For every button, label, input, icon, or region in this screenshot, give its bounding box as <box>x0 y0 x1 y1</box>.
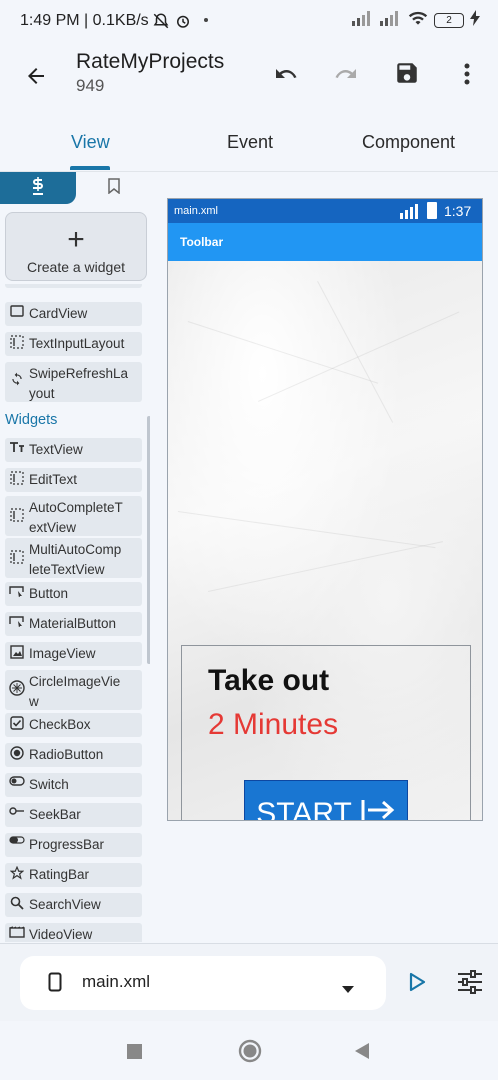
palette-item-videoview[interactable]: VideoView <box>5 923 142 942</box>
preview-start-button[interactable]: START <box>244 780 408 820</box>
status-bar: 1:49 PM | 0.1KB/s 2 <box>0 0 498 44</box>
home-icon[interactable] <box>236 1037 264 1065</box>
palette-item-autocompletetextview[interactable]: AutoCompleteT extView <box>5 496 142 536</box>
palette-item-radiobutton[interactable]: RadioButton <box>5 743 142 767</box>
more-options-icon[interactable] <box>452 58 482 90</box>
preview-signal-icon <box>400 203 422 222</box>
edittext-icon <box>5 468 29 485</box>
app-title: RateMyProjects <box>76 50 225 73</box>
status-time: 1:49 PM | 0.1KB/s <box>20 12 149 29</box>
preview-battery-icon <box>427 202 437 219</box>
palette-item-swiperefreshlayout[interactable]: SwipeRefreshLa yout <box>5 362 142 402</box>
videoview-icon <box>5 923 29 938</box>
palette-scrollbar[interactable] <box>147 416 150 664</box>
widgets-section-header: Widgets <box>5 412 58 428</box>
signal-icon-2 <box>380 10 402 31</box>
tab-event[interactable]: Event <box>227 132 273 153</box>
app-bar: RateMyProjects 949 <box>0 44 498 108</box>
tab-component[interactable]: Component <box>362 132 455 153</box>
charging-icon <box>470 10 480 31</box>
palette-item-partial[interactable]: al <box>5 284 142 288</box>
palette-bookmark-tab[interactable] <box>90 172 138 204</box>
preview-file-label: main.xml <box>174 205 219 217</box>
palette-tabs <box>0 172 150 204</box>
app-subtitle: 949 <box>76 76 105 95</box>
palette-item-imageview[interactable]: ImageView <box>5 642 142 666</box>
preview-time: 1:37 <box>444 203 472 219</box>
preview-heading: Take out <box>208 664 330 697</box>
palette-item-textview[interactable]: TextView <box>5 438 142 462</box>
circleimageview-icon <box>5 670 29 696</box>
back-nav-icon[interactable] <box>350 1039 374 1063</box>
back-arrow-icon[interactable] <box>20 60 52 92</box>
tab-indicator <box>70 166 110 170</box>
cardview-icon <box>5 302 29 317</box>
radiobutton-icon <box>5 743 29 760</box>
wifi-icon <box>408 10 428 31</box>
palette-item-checkbox[interactable]: CheckBox <box>5 713 142 737</box>
file-name: main.xml <box>82 972 151 991</box>
editor-tabs: View Event Component <box>0 118 498 172</box>
ratingbar-icon <box>5 863 29 880</box>
preview-card: Take out 2 Minutes START <box>181 645 471 820</box>
palette-item-circleimageview[interactable]: CircleImageVie w <box>5 670 142 710</box>
bottom-bar: main.xml <box>0 943 498 1021</box>
switch-icon <box>5 773 29 786</box>
bookmark-icon <box>108 177 120 199</box>
preview-toolbar: Toolbar <box>168 223 482 261</box>
dot-icon <box>204 18 208 22</box>
swiperefresh-icon <box>5 362 29 386</box>
signal-icon <box>352 10 374 31</box>
preview-minutes: 2 Minutes <box>208 708 339 741</box>
multiautocomplete-icon <box>5 538 29 564</box>
create-widget-label: Create a widget <box>26 259 126 275</box>
alarm-icon <box>174 12 192 35</box>
palette-item-switch[interactable]: Switch <box>5 773 142 797</box>
searchview-icon <box>5 893 29 910</box>
palette-item-textinputlayout[interactable]: TextInputLayout <box>5 332 142 356</box>
checkbox-icon <box>5 713 29 730</box>
arrow-right-icon <box>360 797 396 820</box>
button-icon <box>5 582 29 597</box>
palette-item-edittext[interactable]: EditText <box>5 468 142 492</box>
file-selector[interactable]: main.xml <box>20 956 386 1010</box>
textinputlayout-icon <box>5 332 29 349</box>
layout-preview[interactable]: main.xml 1:37 Toolbar Take out 2 Minutes… <box>167 198 483 821</box>
redo-icon[interactable] <box>330 58 362 90</box>
plus-icon: + <box>67 223 85 256</box>
progressbar-icon <box>5 833 29 844</box>
autocomplete-icon <box>5 496 29 522</box>
widget-palette: al CardView TextInputLayout SwipeRefresh… <box>0 284 150 942</box>
textview-icon <box>5 438 29 453</box>
palette-item-multiautocompletetextview[interactable]: MultiAutoComp leteTextView <box>5 538 142 578</box>
palette-item-button[interactable]: Button <box>5 582 142 606</box>
palette-item-ratingbar[interactable]: RatingBar <box>5 863 142 887</box>
undo-icon[interactable] <box>270 58 302 90</box>
palette-item-seekbar[interactable]: SeekBar <box>5 803 142 827</box>
preview-background: Take out 2 Minutes START <box>168 261 482 820</box>
palette-item-cardview[interactable]: CardView <box>5 302 142 326</box>
battery-icon: 2 <box>434 13 464 28</box>
palette-widgets-tab[interactable] <box>0 172 76 204</box>
mute-icon <box>152 12 170 35</box>
imageview-icon <box>5 642 29 659</box>
save-icon[interactable] <box>390 56 424 90</box>
recents-icon[interactable] <box>122 1039 146 1063</box>
seekbar-icon <box>5 803 29 816</box>
palette-item-progressbar[interactable]: ProgressBar <box>5 833 142 857</box>
phone-icon <box>48 972 62 997</box>
palette-item-materialbutton[interactable]: MaterialButton <box>5 612 142 636</box>
materialbutton-icon <box>5 612 29 627</box>
tune-settings-icon[interactable] <box>452 964 488 1000</box>
dropdown-arrow-icon <box>342 980 354 998</box>
preview-status-bar: main.xml 1:37 <box>168 199 482 223</box>
widget-palette-icon <box>30 176 46 201</box>
palette-item-searchview[interactable]: SearchView <box>5 893 142 917</box>
system-nav-bar <box>0 1021 498 1080</box>
tab-view[interactable]: View <box>71 132 110 153</box>
run-icon[interactable] <box>402 966 432 998</box>
create-widget-button[interactable]: + Create a widget <box>5 212 147 281</box>
